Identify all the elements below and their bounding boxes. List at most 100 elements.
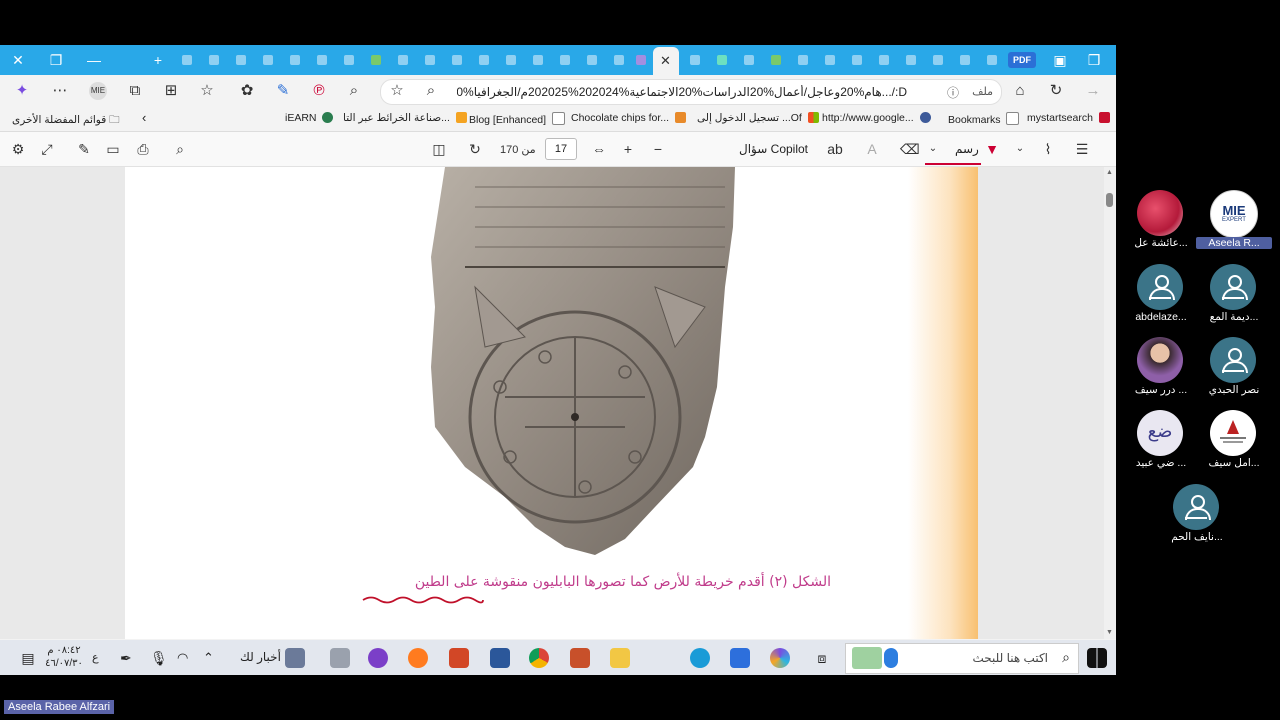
- scroll-up-icon[interactable]: ▲: [1106, 169, 1113, 176]
- word-icon[interactable]: [490, 648, 510, 668]
- collections-icon[interactable]: ⊞: [163, 83, 179, 99]
- read-aloud-icon[interactable]: A: [863, 141, 881, 157]
- split-screen-icon[interactable]: ⧉: [127, 83, 143, 99]
- bookmark-signin[interactable]: تسجيل الدخول إلى ...Of: [697, 112, 819, 124]
- firefox-icon[interactable]: [408, 648, 428, 668]
- bookmark-maps[interactable]: صناعة الخرائط عبر التا...: [343, 112, 467, 124]
- search-page-icon[interactable]: ⌕: [423, 83, 439, 99]
- bookmark-mystartsearch[interactable]: mystartsearch: [1027, 112, 1110, 124]
- zoom-icon[interactable]: ⌕: [346, 83, 362, 99]
- contents-icon[interactable]: ☰: [1073, 141, 1091, 157]
- tab-item[interactable]: [983, 51, 1001, 69]
- rotate-icon[interactable]: ↻: [466, 141, 484, 157]
- tab-item[interactable]: [178, 51, 196, 69]
- page-number-input[interactable]: 17: [545, 138, 577, 160]
- participant-tile[interactable]: نصر الحبدي: [1196, 337, 1272, 403]
- bookmark-google[interactable]: http://www.google...: [822, 112, 931, 124]
- tab-item[interactable]: [583, 51, 601, 69]
- info-icon[interactable]: ⓘ: [947, 84, 959, 101]
- tab-item[interactable]: [821, 51, 839, 69]
- tab-item[interactable]: [286, 51, 304, 69]
- new-tab-icon[interactable]: +: [150, 52, 166, 68]
- participant-tile[interactable]: عائشة عل...: [1123, 190, 1199, 256]
- bookmark-chocolate[interactable]: Chocolate chips for...: [571, 112, 686, 124]
- tab-item[interactable]: [340, 51, 358, 69]
- app-icon[interactable]: [330, 648, 350, 668]
- fullscreen-icon[interactable]: ⤢: [38, 141, 56, 157]
- tab-item[interactable]: [259, 51, 277, 69]
- microphone-icon[interactable]: 🎙: [150, 648, 170, 668]
- participant-tile[interactable]: abdelaze...: [1123, 264, 1199, 330]
- bookmark-iearn[interactable]: iEARN: [285, 112, 334, 124]
- tab-item[interactable]: [448, 51, 466, 69]
- participant-tile[interactable]: نايف الحم...: [1159, 484, 1235, 550]
- teams-icon[interactable]: [368, 648, 388, 668]
- ask-copilot-button[interactable]: سؤال Copilot: [739, 142, 808, 156]
- file-explorer-icon[interactable]: [610, 648, 630, 668]
- tab-item[interactable]: [232, 51, 250, 69]
- favorite-star-icon[interactable]: ☆: [389, 83, 405, 99]
- tab-item[interactable]: [713, 51, 731, 69]
- save-icon[interactable]: ▭: [104, 141, 122, 157]
- pen-icon[interactable]: ▼: [983, 141, 1001, 157]
- tab-item[interactable]: [421, 51, 439, 69]
- draw-button[interactable]: رسم: [955, 142, 979, 156]
- refresh-icon[interactable]: ↻: [1048, 83, 1064, 99]
- settings-icon[interactable]: ⚙: [9, 141, 27, 157]
- participant-tile[interactable]: درر سيف ...: [1123, 337, 1199, 403]
- tab-item[interactable]: [529, 51, 547, 69]
- pdf-badge[interactable]: PDF: [1008, 52, 1036, 68]
- participant-tile[interactable]: ضع ضي عبيد ...: [1123, 410, 1199, 476]
- tab-item[interactable]: [956, 51, 974, 69]
- tab-item[interactable]: [205, 51, 223, 69]
- url-text[interactable]: D:/...هام%20وعاجل/أعمال%20الدراسات%20الا…: [457, 85, 907, 99]
- participant-tile[interactable]: ديمة المع...: [1196, 264, 1272, 330]
- tab-item[interactable]: [502, 51, 520, 69]
- restore-icon[interactable]: ❐: [48, 52, 64, 68]
- highlight-icon[interactable]: ⌇: [1039, 141, 1057, 157]
- tab-item[interactable]: [632, 51, 650, 69]
- workspaces-icon[interactable]: ❒: [1086, 52, 1102, 68]
- participant-tile[interactable]: MIE EXPERT Aseela R...: [1196, 190, 1272, 256]
- tab-item[interactable]: [475, 51, 493, 69]
- edge-icon[interactable]: [690, 648, 710, 668]
- pinterest-icon[interactable]: ℗: [311, 83, 327, 99]
- tab-item[interactable]: [610, 51, 628, 69]
- wifi-icon[interactable]: ◠: [177, 648, 197, 668]
- start-icon[interactable]: [1087, 648, 1107, 668]
- news-icon[interactable]: [285, 648, 305, 668]
- chevron-down-icon[interactable]: ⌄: [1011, 141, 1029, 157]
- minimize-icon[interactable]: —: [86, 52, 102, 68]
- address-bar[interactable]: ☆ ⌕ D:/...هام%20وعاجل/أعمال%20الدراسات%2…: [380, 79, 1002, 105]
- save-as-icon[interactable]: ✎: [75, 141, 93, 157]
- clock[interactable]: ٠٨:٤٢ م ٤٦/٠٧/٣٠: [40, 644, 88, 670]
- tab-item[interactable]: [740, 51, 758, 69]
- close-tab-icon[interactable]: ✕: [660, 53, 671, 69]
- zoom-out-icon[interactable]: −: [649, 141, 667, 157]
- scroll-thumb[interactable]: [1106, 193, 1113, 207]
- extensions-icon[interactable]: ✿: [239, 83, 255, 99]
- more-icon[interactable]: ⋯: [52, 83, 68, 99]
- chevron-down-icon[interactable]: ⌄: [924, 141, 942, 157]
- tab-item[interactable]: [686, 51, 704, 69]
- copilot-icon[interactable]: ✦: [14, 83, 30, 99]
- other-favorites[interactable]: قوائم المفضلة الأخرى 🗀: [12, 112, 120, 130]
- close-window-icon[interactable]: ✕: [10, 52, 26, 68]
- bookmark-blog[interactable]: Blog [Enhanced]: [469, 112, 565, 126]
- forward-icon[interactable]: →: [1085, 83, 1101, 99]
- eraser-icon[interactable]: ⌫: [900, 141, 920, 157]
- page-view-icon[interactable]: ◫: [430, 141, 448, 157]
- tab-item[interactable]: [929, 51, 947, 69]
- tab-item[interactable]: [902, 51, 920, 69]
- vertical-scrollbar[interactable]: ▲ ▼: [1104, 167, 1116, 639]
- tab-actions-icon[interactable]: ▣: [1052, 52, 1068, 68]
- tab-item[interactable]: [848, 51, 866, 69]
- tab-active[interactable]: ✕: [653, 47, 679, 75]
- tab-item[interactable]: [394, 51, 412, 69]
- notifications-icon[interactable]: ▤: [18, 648, 38, 668]
- favorites-icon[interactable]: ☆: [199, 83, 215, 99]
- profile-avatar[interactable]: MIE: [89, 82, 107, 100]
- edit-extension-icon[interactable]: ✎: [275, 83, 291, 99]
- bookmark-bookmarks[interactable]: Bookmarks: [948, 112, 1020, 126]
- tab-item[interactable]: [794, 51, 812, 69]
